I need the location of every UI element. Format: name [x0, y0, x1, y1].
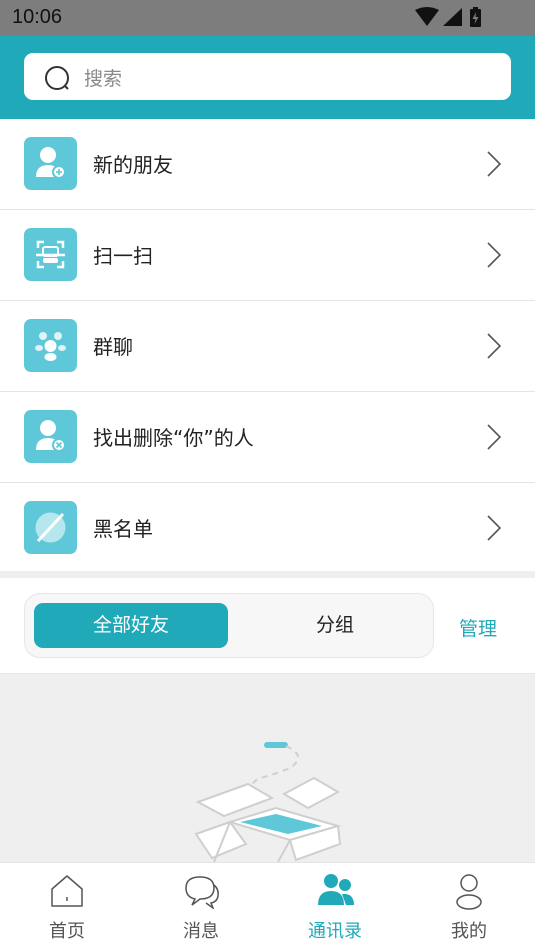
menu-item-label: 扫一扫	[93, 244, 153, 268]
tab-label: 我的	[451, 921, 487, 942]
group-chat-icon	[24, 319, 77, 372]
find-deleted-friend-icon	[24, 410, 77, 463]
chevron-right-icon	[487, 333, 502, 363]
menu-item-group-chat[interactable]: 群聊	[0, 301, 535, 392]
status-icons	[415, 7, 495, 33]
add-friend-icon	[24, 137, 77, 190]
status-time: 10:06	[12, 6, 63, 28]
menu-item-label: 新的朋友	[93, 153, 173, 177]
tab-label: 首页	[49, 921, 85, 942]
menu-item-blacklist[interactable]: 黑名单	[0, 483, 535, 574]
menu-item-find-deleted[interactable]: 找出删除“你”的人	[0, 392, 535, 483]
menu-item-scan[interactable]: 扫一扫	[0, 210, 535, 301]
section-divider	[0, 571, 535, 578]
search-input[interactable]: 搜索	[84, 64, 122, 91]
tab-messages[interactable]: 消息	[134, 863, 268, 952]
status-bar: 10:06	[0, 0, 535, 36]
empty-state	[0, 674, 535, 863]
bottom-tab-bar: 首页 消息 通讯录 我的	[0, 862, 535, 952]
chevron-right-icon	[487, 151, 502, 181]
tab-contacts[interactable]: 通讯录	[268, 863, 402, 952]
tab-all-friends[interactable]: 全部好友	[34, 603, 228, 648]
chevron-right-icon	[487, 515, 502, 545]
menu-item-label: 群聊	[93, 335, 133, 359]
tab-me[interactable]: 我的	[402, 863, 535, 952]
message-icon	[185, 876, 219, 909]
tab-home[interactable]: 首页	[0, 863, 134, 952]
search-icon	[44, 65, 74, 97]
chevron-right-icon	[487, 242, 502, 272]
blacklist-icon	[24, 501, 77, 554]
contacts-icon	[318, 874, 354, 905]
header: 搜索	[0, 36, 535, 119]
home-icon	[51, 875, 83, 907]
tab-label: 通讯录	[308, 921, 362, 942]
chevron-right-icon	[487, 424, 502, 454]
friends-segmented-control: 全部好友 分组	[24, 593, 434, 658]
scan-icon	[24, 228, 77, 281]
manage-button[interactable]: 管理	[459, 614, 497, 641]
empty-box-icon	[190, 734, 350, 866]
battery-icon	[470, 7, 481, 27]
menu-item-label: 找出删除“你”的人	[93, 426, 254, 450]
profile-icon	[456, 874, 482, 910]
tab-label: 消息	[183, 921, 219, 942]
friends-filter-bar: 全部好友 分组 管理	[0, 578, 535, 674]
contacts-menu: 新的朋友 扫一扫 群聊 找出删除“你”的人 黑名单	[0, 119, 535, 574]
tab-groups[interactable]: 分组	[250, 603, 420, 648]
wifi-icon	[415, 7, 439, 26]
menu-item-new-friends[interactable]: 新的朋友	[0, 119, 535, 210]
menu-item-label: 黑名单	[93, 517, 153, 541]
search-bar[interactable]: 搜索	[24, 53, 511, 100]
signal-icon	[443, 8, 462, 26]
